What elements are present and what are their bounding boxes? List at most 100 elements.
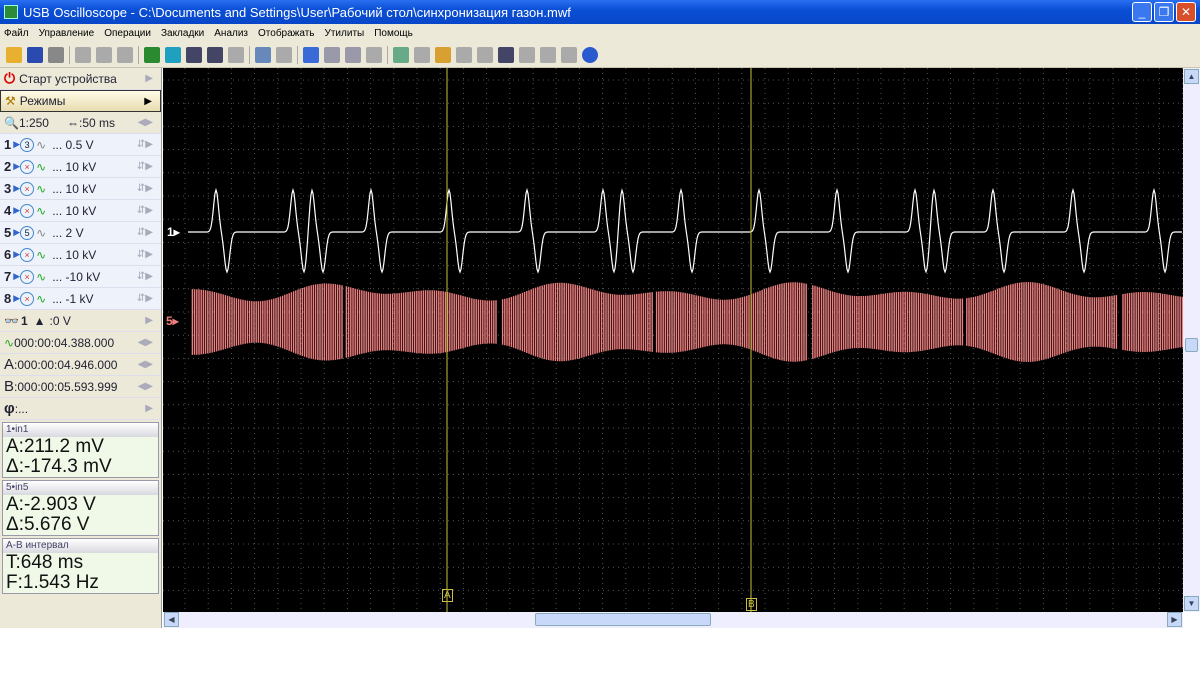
channel-1-marker[interactable]: 1▸ (167, 225, 180, 239)
help-icon[interactable] (582, 46, 598, 63)
zoom-icon: 🔍 (4, 115, 19, 130)
waveform-canvas (163, 68, 1184, 612)
channel-remove-icon[interactable] (207, 46, 223, 63)
measurement-value: T:648 ms (6, 552, 84, 573)
undo-icon[interactable] (228, 46, 244, 63)
open-icon[interactable] (6, 46, 22, 63)
trigger-icon[interactable] (144, 46, 160, 63)
channel-off-icon[interactable]: × (20, 247, 35, 262)
print-icon[interactable] (48, 46, 64, 63)
channel-row-5[interactable]: 5 ▶ 5 ∿... 2 V ⇵▶ (0, 222, 161, 244)
paste-icon[interactable] (96, 46, 112, 63)
coupling-icon: ∿ (36, 203, 47, 218)
channel-row-1[interactable]: 1 ▶ 3 ∿... 0.5 V ⇵▶ (0, 134, 161, 156)
toolbar-separator (69, 45, 70, 64)
trigger-time-row[interactable]: ∿ 000:00:04.388.000 ◀▶ (0, 332, 161, 354)
cursor-a-handle[interactable]: A (442, 589, 453, 602)
channel-off-icon[interactable]: × (20, 159, 35, 174)
display-icon[interactable] (498, 46, 514, 63)
maximize-button[interactable]: ❐ (1154, 2, 1174, 22)
delete-icon[interactable] (561, 46, 577, 63)
check-icon[interactable] (303, 46, 319, 63)
marker-icon[interactable] (276, 46, 292, 63)
vertical-scrollbar[interactable]: ▲ ▼ (1183, 68, 1200, 612)
cursor-b-handle[interactable]: B (746, 598, 757, 611)
channel-5-marker[interactable]: 5▸ (166, 314, 179, 328)
channel-off-icon[interactable]: × (20, 181, 35, 196)
channel-off-icon[interactable]: × (20, 291, 35, 306)
zoom-icon[interactable] (255, 46, 271, 63)
channel-row-7[interactable]: 7 ▶ × ∿... -10 kV ⇵▶ (0, 266, 161, 288)
save-icon[interactable] (27, 46, 43, 63)
pan-icon[interactable] (414, 46, 430, 63)
app-icon (4, 5, 18, 19)
arrow-icon: ▶ (13, 293, 21, 303)
stop-icon[interactable] (477, 46, 493, 63)
menu-item[interactable]: Управление (39, 28, 95, 39)
check-plus-icon[interactable] (324, 46, 340, 63)
scroll-up-button[interactable]: ▲ (1184, 69, 1199, 84)
minimize-button[interactable]: _ (1132, 2, 1152, 22)
coupling-icon: ∿ (36, 291, 47, 306)
measurement-value: A:211.2 mV (6, 436, 104, 457)
title-bar: USB Oscilloscope - C:\Documents and Sett… (0, 0, 1200, 24)
scroll-left-button[interactable]: ◀ (164, 612, 179, 627)
control-panel: ⏻ Старт устройства ▶ ⚒ Режимы ▶ 🔍 1:250 ⇔: 50 m… (0, 68, 162, 628)
folder-icon[interactable] (435, 46, 451, 63)
check-minus-icon[interactable] (345, 46, 361, 63)
rising-edge-icon: ▲ (33, 313, 46, 328)
measurement-box: A-B интервал T:648 ms F:1.543 Hz (2, 538, 159, 594)
menu-bar: Файл Управление Операции Закладки Анализ Отоб… (0, 24, 1200, 42)
cut-icon[interactable] (117, 46, 133, 63)
menu-item[interactable]: Закладки (161, 28, 204, 39)
channel-row-3[interactable]: 3 ▶ × ∿... 10 kV ⇵▶ (0, 178, 161, 200)
cursor-a-row[interactable]: A:000:00:04.946.000 ◀▶ (0, 354, 161, 376)
toolbar-separator (387, 45, 388, 64)
trigger-wave-icon: ∿ (4, 335, 15, 350)
trigger-row[interactable]: 👓 1 ▲:0 V ▶ (0, 310, 161, 332)
page-icon[interactable] (366, 46, 382, 63)
coupling-icon: ∿ (36, 225, 47, 240)
channel-on-icon[interactable]: 3 (20, 137, 35, 152)
menu-item[interactable]: Анализ (214, 28, 248, 39)
channel-add-icon[interactable] (186, 46, 202, 63)
channel-off-icon[interactable]: × (20, 269, 35, 284)
channel-icon[interactable] (165, 46, 181, 63)
copy-icon[interactable] (75, 46, 91, 63)
close-button[interactable]: ✕ (1176, 2, 1196, 22)
start-device-button[interactable]: ⏻ Старт устройства ▶ (0, 68, 161, 90)
toolbar-separator (297, 45, 298, 64)
horizontal-scroll-thumb[interactable] (535, 613, 711, 626)
cursor-b-row[interactable]: B:000:00:05.593.999 ◀▶ (0, 376, 161, 398)
channel-on-icon[interactable]: 5 (20, 225, 35, 240)
channel-row-6[interactable]: 6 ▶ × ∿... 10 kV ⇵▶ (0, 244, 161, 266)
measurement-box: 1•in1 A:211.2 mV Δ:-174.3 mV (2, 422, 159, 478)
scroll-right-button[interactable]: ▶ (1167, 612, 1182, 627)
menu-item[interactable]: Файл (4, 28, 29, 39)
modes-button[interactable]: ⚒ Режимы ▶ (0, 90, 161, 112)
fit-icon[interactable] (393, 46, 409, 63)
zoom-timebase-row[interactable]: 🔍 1:250 ⇔: 50 ms ◀▶ (0, 112, 161, 134)
doc-icon[interactable] (540, 46, 556, 63)
channel-off-icon[interactable]: × (20, 203, 35, 218)
channel-row-8[interactable]: 8 ▶ × ∿... -1 kV ⇵▶ (0, 288, 161, 310)
measurement-header: 5•in5 (3, 481, 158, 495)
play-icon[interactable] (456, 46, 472, 63)
channel-5-waveform (191, 282, 1184, 362)
menu-item[interactable]: Утилиты (325, 28, 365, 39)
vertical-scroll-thumb[interactable] (1185, 338, 1198, 352)
menu-item[interactable]: Операции (104, 28, 151, 39)
menu-item[interactable]: Отображать (258, 28, 314, 39)
phase-row[interactable]: φ:... ▶ (0, 398, 161, 420)
arrow-icon: ▶ (13, 205, 21, 215)
oscilloscope-plot[interactable]: 1▸ 5▸ A B (163, 68, 1184, 612)
coupling-icon: ∿ (36, 137, 47, 152)
binoculars-icon: 👓 (4, 313, 19, 328)
channel-row-2[interactable]: 2 ▶ × ∿... 10 kV ⇵▶ (0, 156, 161, 178)
scroll-down-button[interactable]: ▼ (1184, 596, 1199, 611)
image-icon[interactable] (519, 46, 535, 63)
menu-item[interactable]: Помощь (374, 28, 413, 39)
channel-row-4[interactable]: 4 ▶ × ∿... 10 kV ⇵▶ (0, 200, 161, 222)
horizontal-scrollbar[interactable]: ◀ ▶ (163, 612, 1183, 628)
measurement-header: A-B интервал (3, 539, 158, 553)
